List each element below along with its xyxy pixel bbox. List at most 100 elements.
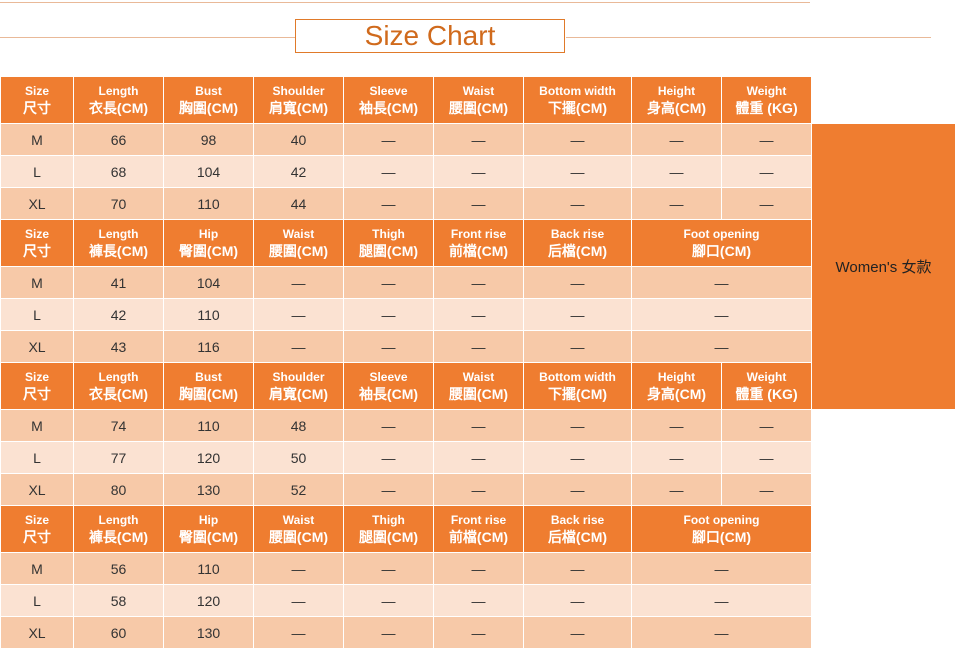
column-header-zh: 腿圍(CM) <box>344 242 433 260</box>
table-cell: — <box>722 188 812 220</box>
column-header: Height身高(CM) <box>632 77 722 124</box>
table-cell: — <box>524 585 632 617</box>
column-header: Foot opening腳口(CM) <box>632 220 812 267</box>
table-cell: 42 <box>74 299 164 331</box>
table-cell: — <box>632 474 722 506</box>
column-header-zh: 后檔(CM) <box>524 242 631 260</box>
table-cell: — <box>722 156 812 188</box>
table-cell: 116 <box>164 331 254 363</box>
table-cell: — <box>632 156 722 188</box>
column-header: Bottom width下擺(CM) <box>524 77 632 124</box>
column-header-zh: 肩寬(CM) <box>254 385 343 403</box>
table-cell: — <box>344 188 434 220</box>
table-cell: 120 <box>164 442 254 474</box>
table-cell: — <box>434 124 524 156</box>
size-cell: L <box>1 585 74 617</box>
table-cell: — <box>434 188 524 220</box>
column-header: Length衣長(CM) <box>74 77 164 124</box>
table-cell: — <box>254 585 344 617</box>
table-cell: 48 <box>254 410 344 442</box>
table-cell: — <box>434 585 524 617</box>
table-cell: — <box>722 442 812 474</box>
column-header-zh: 腿圍(CM) <box>344 528 433 546</box>
column-header: Waist腰圍(CM) <box>254 220 344 267</box>
column-header-en: Size <box>1 512 73 528</box>
table-cell: — <box>524 124 632 156</box>
table-cell: — <box>524 442 632 474</box>
column-header-en: Front rise <box>434 226 523 242</box>
column-header-en: Bust <box>164 369 253 385</box>
table-cell: 68 <box>74 156 164 188</box>
size-cell: M <box>1 410 74 442</box>
table-cell: 130 <box>164 617 254 649</box>
table-cell: 43 <box>74 331 164 363</box>
table-cell: — <box>632 299 812 331</box>
column-header-en: Front rise <box>434 512 523 528</box>
table-cell: — <box>344 474 434 506</box>
table-cell: — <box>344 585 434 617</box>
table-cell: 80 <box>74 474 164 506</box>
table-cell: 104 <box>164 156 254 188</box>
table-cell: 110 <box>164 299 254 331</box>
table-cell: 60 <box>74 617 164 649</box>
column-header-en: Bottom width <box>524 83 631 99</box>
column-header: Back rise后檔(CM) <box>524 220 632 267</box>
table-cell: 104 <box>164 267 254 299</box>
table-row: M7411048————— <box>1 410 955 442</box>
column-header-zh: 腰圍(CM) <box>254 242 343 260</box>
table-row: L58120————— <box>1 585 955 617</box>
table-cell: — <box>344 124 434 156</box>
column-header: Waist腰圍(CM) <box>434 363 524 410</box>
table-cell: 44 <box>254 188 344 220</box>
column-header-zh: 體重 (KG) <box>722 99 811 117</box>
column-header: Front rise前檔(CM) <box>434 220 524 267</box>
column-header: Size尺寸 <box>1 220 74 267</box>
column-header: Front rise前檔(CM) <box>434 506 524 553</box>
table-cell: — <box>722 124 812 156</box>
column-header: Shoulder肩寬(CM) <box>254 363 344 410</box>
table-cell: 120 <box>164 585 254 617</box>
column-header: Hip臀圍(CM) <box>164 506 254 553</box>
column-header-en: Size <box>1 83 73 99</box>
table-cell: — <box>434 410 524 442</box>
table-cell: — <box>722 474 812 506</box>
table-cell: — <box>632 410 722 442</box>
size-cell: L <box>1 299 74 331</box>
table-cell: 74 <box>74 410 164 442</box>
title-rule-right <box>566 37 931 38</box>
table-cell: 52 <box>254 474 344 506</box>
column-header: Waist腰圍(CM) <box>254 506 344 553</box>
table-row: M669840—————Women's 女款 <box>1 124 955 156</box>
column-header-zh: 袖長(CM) <box>344 385 433 403</box>
header-row: Size尺寸Length褲長(CM)Hip臀圍(CM)Waist腰圍(CM)Th… <box>1 506 955 553</box>
column-header-en: Sleeve <box>344 83 433 99</box>
table-cell: — <box>254 267 344 299</box>
column-header-zh: 衣長(CM) <box>74 385 163 403</box>
column-header: Height身高(CM) <box>632 363 722 410</box>
table-cell: — <box>632 188 722 220</box>
page-title: Size Chart <box>295 19 565 53</box>
size-cell: XL <box>1 188 74 220</box>
size-chart-table: Size尺寸Length衣長(CM)Bust胸圍(CM)Shoulder肩寬(C… <box>0 76 955 649</box>
column-header-en: Hip <box>164 226 253 242</box>
table-cell: — <box>434 267 524 299</box>
column-header-zh: 腰圍(CM) <box>254 528 343 546</box>
table-cell: 40 <box>254 124 344 156</box>
column-header-en: Weight <box>722 369 811 385</box>
column-header-zh: 后檔(CM) <box>524 528 631 546</box>
column-header-en: Size <box>1 369 73 385</box>
column-header-en: Hip <box>164 512 253 528</box>
column-header-zh: 體重 (KG) <box>722 385 811 403</box>
column-header: Length褲長(CM) <box>74 220 164 267</box>
column-header-en: Waist <box>254 512 343 528</box>
table-cell: — <box>254 553 344 585</box>
table-cell: 130 <box>164 474 254 506</box>
column-header-zh: 胸圍(CM) <box>164 385 253 403</box>
column-header-en: Length <box>74 83 163 99</box>
column-header-zh: 尺寸 <box>1 242 73 260</box>
column-header: Size尺寸 <box>1 77 74 124</box>
column-header: Bottom width下擺(CM) <box>524 363 632 410</box>
column-header-en: Foot opening <box>632 512 811 528</box>
table-cell: 56 <box>74 553 164 585</box>
size-cell: XL <box>1 474 74 506</box>
